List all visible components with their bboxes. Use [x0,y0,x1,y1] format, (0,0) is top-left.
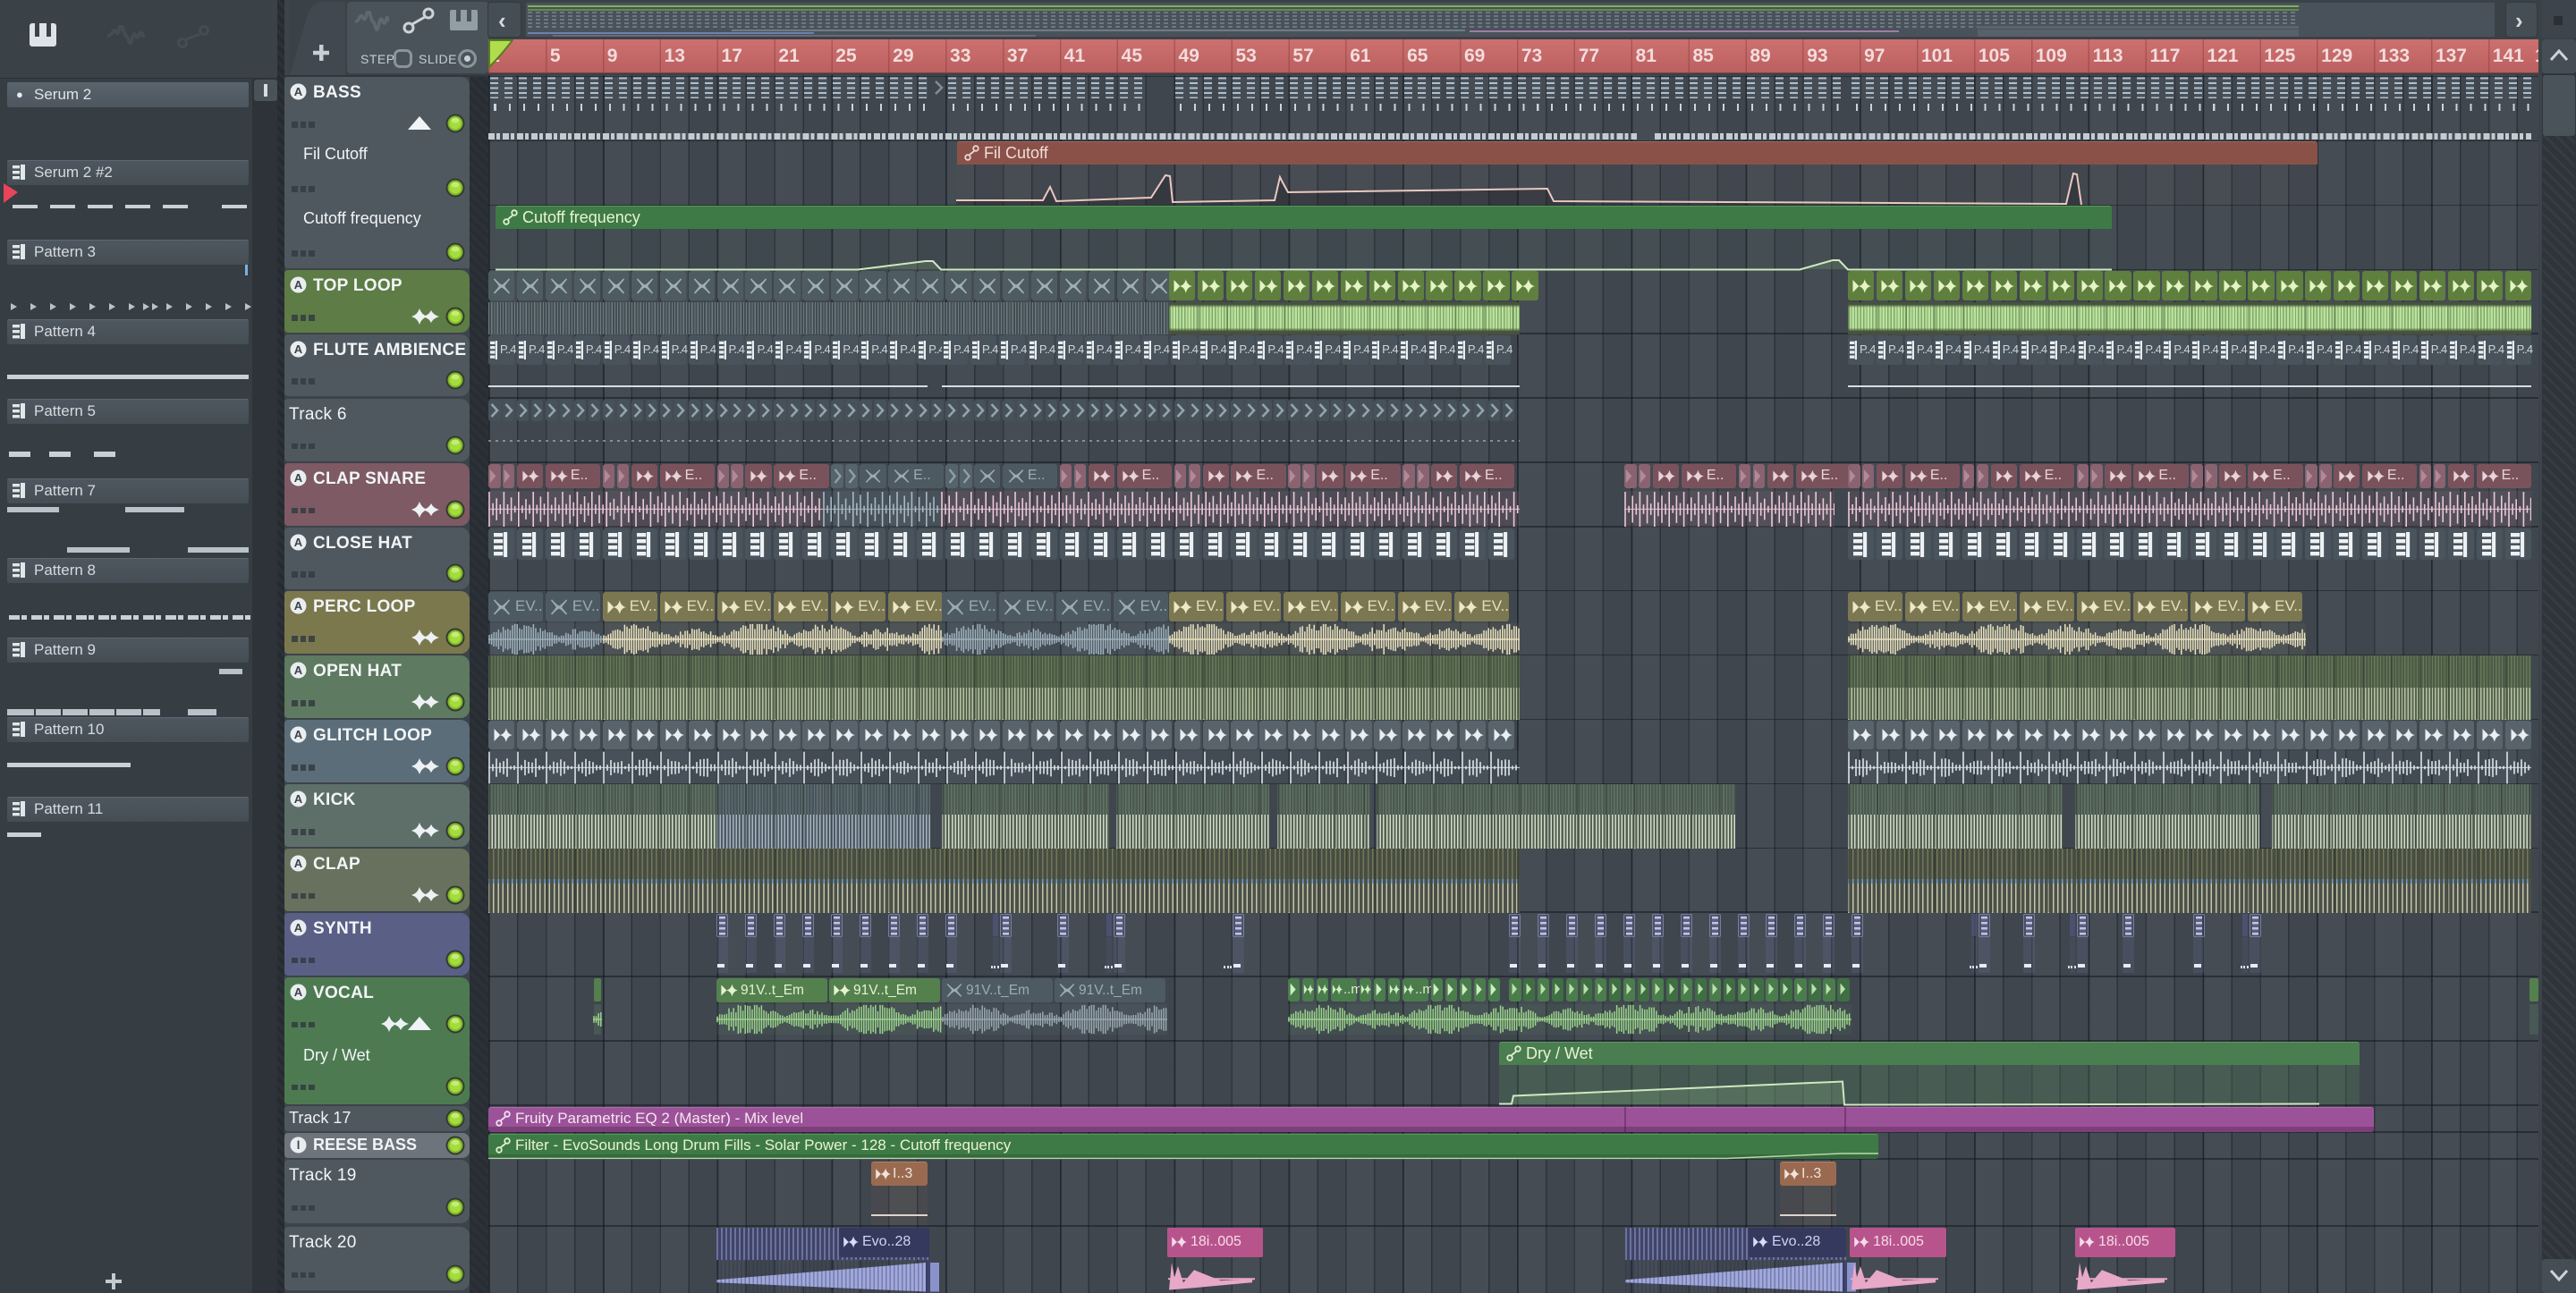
svg-text:A: A [294,857,303,870]
svg-text:A: A [294,663,303,677]
svg-text:A: A [294,921,303,934]
svg-text:A: A [294,728,303,741]
svg-text:A: A [294,792,303,806]
svg-text:A: A [294,342,303,356]
svg-text:A: A [294,278,303,292]
svg-text:A: A [294,599,303,613]
svg-text:A: A [294,85,303,98]
svg-text:A: A [294,536,303,549]
svg-text:A: A [294,985,303,999]
svg-text:l: l [297,1138,301,1152]
svg-text:A: A [294,471,303,485]
